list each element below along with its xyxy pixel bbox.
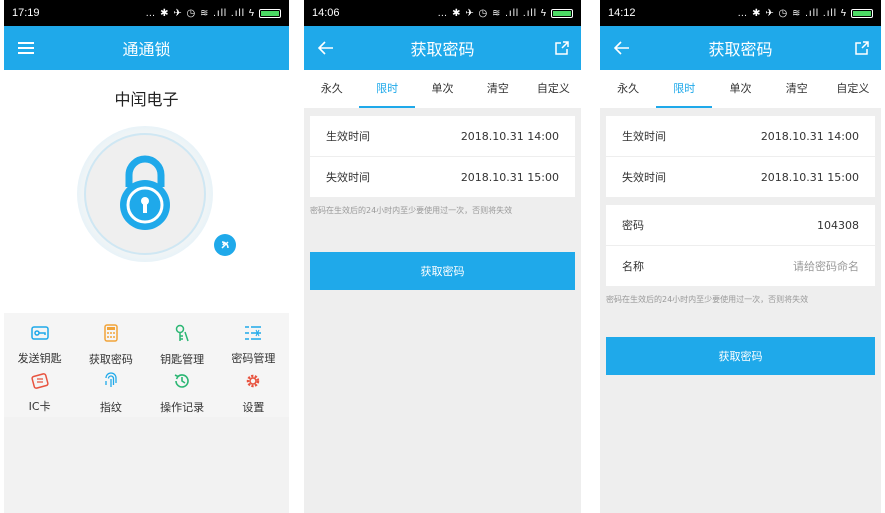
- end-time-row[interactable]: 失效时间 2018.10.31 15:00: [310, 157, 575, 197]
- status-time: 14:06: [312, 7, 340, 19]
- share-icon[interactable]: [855, 26, 869, 70]
- grid-item-settings[interactable]: 设置: [218, 369, 289, 417]
- row-label: 失效时间: [326, 171, 370, 184]
- tab-permanent[interactable]: 永久: [600, 70, 656, 108]
- back-arrow-icon[interactable]: [614, 26, 630, 70]
- password-name-row[interactable]: 名称 请给密码命名: [606, 246, 875, 286]
- page-title: 通通锁: [122, 40, 171, 59]
- unlock-button[interactable]: [77, 126, 213, 262]
- tab-custom[interactable]: 自定义: [526, 70, 581, 108]
- grid-item-password-manage[interactable]: 密码管理: [218, 321, 289, 369]
- password-value: 104308: [817, 218, 859, 232]
- row-label: 失效时间: [622, 171, 666, 184]
- status-icons: … ✱ ✈ ◷ ≋ .ıll .ıll ϟ: [437, 8, 573, 19]
- status-bar: 14:06 … ✱ ✈ ◷ ≋ .ıll .ıll ϟ: [304, 0, 581, 26]
- status-icons-text: … ✱ ✈ ◷ ≋ .ıll .ıll ϟ: [437, 7, 547, 19]
- phone-get-password-screen: 14:06 … ✱ ✈ ◷ ≋ .ıll .ıll ϟ 获取密码 永久 限时 单…: [304, 0, 581, 513]
- tab-custom[interactable]: 自定义: [825, 70, 881, 108]
- battery-icon: [259, 8, 281, 18]
- tab-clear[interactable]: 清空: [470, 70, 525, 108]
- fingerprint-icon: [103, 371, 119, 394]
- battery-icon: [551, 8, 573, 18]
- grid-row: IC卡 指纹 操作记录 设置: [4, 369, 289, 417]
- password-row: 密码 104308: [606, 205, 875, 246]
- nfc-icon[interactable]: [214, 234, 236, 256]
- grid-item-get-password[interactable]: 获取密码: [75, 321, 146, 369]
- menu-icon[interactable]: [18, 26, 34, 70]
- grid-item-label: 获取密码: [88, 352, 133, 366]
- start-time-row[interactable]: 生效时间 2018.10.31 14:00: [310, 116, 575, 157]
- row-value: 2018.10.31 15:00: [460, 170, 559, 184]
- row-label: 密码: [622, 219, 644, 232]
- grid-item-label: IC卡: [28, 399, 51, 413]
- grid-item-label: 操作记录: [160, 400, 205, 414]
- list-manage-icon: [244, 325, 262, 345]
- tab-time-limited[interactable]: 限时: [656, 70, 713, 108]
- back-arrow-icon[interactable]: [318, 26, 334, 70]
- lock-ring: [84, 133, 206, 255]
- history-icon: [173, 372, 191, 394]
- page-title: 获取密码: [708, 40, 773, 59]
- row-label: 名称: [622, 260, 644, 273]
- status-icons-text: … ✱ ✈ ◷ ≋ .ıll .ıll ϟ: [145, 7, 255, 19]
- grid-row: 发送钥匙 获取密码 钥匙管理 密码管理: [4, 321, 289, 369]
- phone-home-screen: 17:19 … ✱ ✈ ◷ ≋ .ıll .ıll ϟ 通通锁 中闰电子 发送钥…: [4, 0, 289, 513]
- start-time-row[interactable]: 生效时间 2018.10.31 14:00: [606, 116, 875, 157]
- company-name: 中闰电子: [114, 90, 179, 109]
- status-icons: … ✱ ✈ ◷ ≋ .ıll .ıll ϟ: [737, 8, 873, 19]
- end-time-row[interactable]: 失效时间 2018.10.31 15:00: [606, 157, 875, 197]
- grid-item-send-key[interactable]: 发送钥匙: [4, 321, 75, 369]
- status-icons: … ✱ ✈ ◷ ≋ .ıll .ıll ϟ: [145, 8, 281, 19]
- share-icon[interactable]: [555, 26, 569, 70]
- password-card: 密码 104308 名称 请给密码命名: [606, 205, 875, 286]
- battery-icon: [851, 8, 873, 18]
- tab-bar: 永久 限时 单次 清空 自定义: [600, 70, 881, 108]
- gear-icon: [244, 372, 262, 394]
- grid-item-label: 密码管理: [231, 351, 276, 365]
- hint-text: 密码在生效后的24小时内至少要使用过一次，否则将失效: [310, 206, 513, 215]
- grid-item-label: 钥匙管理: [160, 352, 205, 366]
- padlock-icon: [115, 153, 175, 235]
- app-bar: 获取密码: [304, 26, 581, 70]
- tab-single-use[interactable]: 单次: [415, 70, 470, 108]
- tab-bar: 永久 限时 单次 清空 自定义: [304, 70, 581, 108]
- send-key-icon: [30, 325, 49, 345]
- row-value: 2018.10.31 14:00: [760, 129, 859, 143]
- page-title: 获取密码: [410, 40, 475, 59]
- grid-item-label: 发送钥匙: [17, 351, 62, 365]
- password-name-input[interactable]: 请给密码命名: [793, 258, 859, 274]
- time-settings-card: 生效时间 2018.10.31 14:00 失效时间 2018.10.31 15…: [310, 116, 575, 197]
- grid-item-ic-card[interactable]: IC卡: [4, 369, 75, 417]
- status-time: 14:12: [608, 7, 636, 19]
- tab-time-limited[interactable]: 限时: [359, 70, 415, 108]
- phone-password-result-screen: 14:12 … ✱ ✈ ◷ ≋ .ıll .ıll ϟ 获取密码 永久 限时 单…: [600, 0, 881, 513]
- ic-card-icon: [31, 372, 49, 393]
- function-grid: 发送钥匙 获取密码 钥匙管理 密码管理 IC卡 指纹 操作记录 设置: [4, 313, 289, 417]
- row-label: 生效时间: [622, 130, 666, 143]
- app-bar: 获取密码: [600, 26, 881, 70]
- hint-text: 密码在生效后的24小时内至少要使用过一次，否则将失效: [606, 295, 809, 304]
- status-bar: 14:12 … ✱ ✈ ◷ ≋ .ıll .ıll ϟ: [600, 0, 881, 26]
- grid-item-history[interactable]: 操作记录: [147, 369, 218, 417]
- lock-panel: 中闰电子: [4, 70, 289, 313]
- tab-permanent[interactable]: 永久: [304, 70, 359, 108]
- tab-single-use[interactable]: 单次: [712, 70, 768, 108]
- get-password-button[interactable]: 获取密码: [310, 252, 575, 290]
- grid-item-fingerprint[interactable]: 指纹: [75, 369, 146, 417]
- status-icons-text: … ✱ ✈ ◷ ≋ .ıll .ıll ϟ: [737, 7, 847, 19]
- time-settings-card: 生效时间 2018.10.31 14:00 失效时间 2018.10.31 15…: [606, 116, 875, 197]
- calculator-icon: [104, 323, 118, 346]
- grid-item-label: 指纹: [99, 400, 122, 414]
- get-password-button[interactable]: 获取密码: [606, 337, 875, 375]
- status-time: 17:19: [12, 7, 40, 19]
- tab-clear[interactable]: 清空: [769, 70, 825, 108]
- app-bar: 通通锁: [4, 26, 289, 70]
- row-value: 2018.10.31 14:00: [460, 129, 559, 143]
- key-manage-icon: [175, 324, 189, 346]
- row-value: 2018.10.31 15:00: [760, 170, 859, 184]
- grid-item-label: 设置: [242, 400, 265, 414]
- status-bar: 17:19 … ✱ ✈ ◷ ≋ .ıll .ıll ϟ: [4, 0, 289, 26]
- grid-item-key-manage[interactable]: 钥匙管理: [147, 321, 218, 369]
- row-label: 生效时间: [326, 130, 370, 143]
